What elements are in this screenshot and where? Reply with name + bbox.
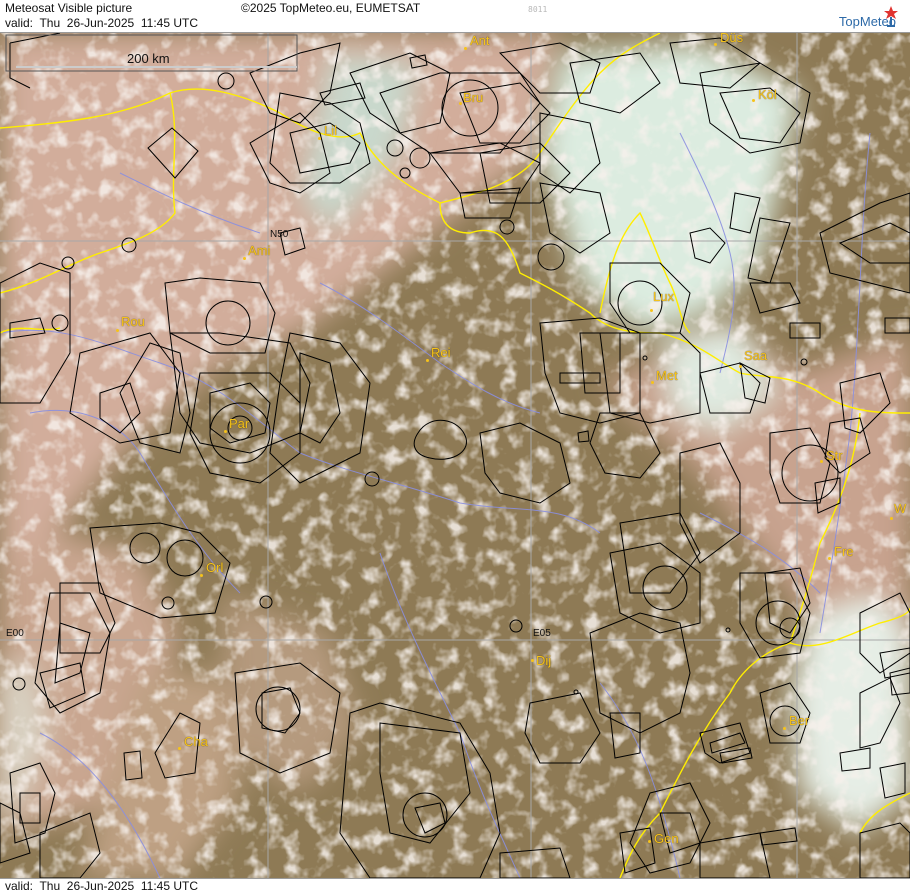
footer-bar: valid: Thu 26-Jun-2025 11:45 UTC bbox=[0, 878, 910, 894]
city-label-w[interactable]: W bbox=[894, 501, 906, 516]
city-dot-saa bbox=[739, 365, 742, 368]
city-label-ant[interactable]: Ant bbox=[470, 33, 490, 48]
grid-label-e00: E00 bbox=[6, 628, 24, 639]
city-dot-lux bbox=[650, 309, 653, 312]
city-label-dij[interactable]: Dij bbox=[536, 653, 551, 668]
topmeteo-logo-icon bbox=[884, 6, 898, 27]
city-dot-cha bbox=[178, 747, 181, 750]
city-label-kol[interactable]: Köl bbox=[758, 87, 777, 102]
city-label-lux[interactable]: Lux bbox=[653, 289, 674, 304]
city-dot-bru bbox=[459, 102, 462, 105]
map-canvas bbox=[0, 33, 910, 878]
valid-time-top: valid: Thu 26-Jun-2025 11:45 UTC bbox=[5, 16, 198, 30]
city-dot-fre bbox=[828, 557, 831, 560]
grid-label-n50: N50 bbox=[270, 229, 289, 240]
city-dot-dus bbox=[714, 43, 717, 46]
city-label-rei[interactable]: Rei bbox=[431, 345, 451, 360]
city-label-saa[interactable]: Saa bbox=[744, 348, 767, 363]
city-dot-rou bbox=[116, 329, 119, 332]
city-label-fre[interactable]: Fre bbox=[834, 544, 854, 559]
city-label-ber[interactable]: Ber bbox=[789, 713, 809, 728]
city-dot-w bbox=[890, 517, 893, 520]
city-dot-par bbox=[224, 430, 227, 433]
header-bar: Meteosat Visible picture valid: Thu 26-J… bbox=[0, 0, 910, 33]
city-dot-lil bbox=[318, 137, 321, 140]
scale-label: 200 km bbox=[127, 51, 170, 66]
city-label-ami[interactable]: Ami bbox=[248, 243, 270, 258]
city-dot-ami bbox=[243, 257, 246, 260]
copyright-text: ©2025 TopMeteo.eu, EUMETSAT bbox=[241, 1, 421, 15]
city-label-cha[interactable]: Cha bbox=[184, 734, 208, 749]
city-dot-str bbox=[820, 460, 823, 463]
city-dot-met bbox=[651, 381, 654, 384]
city-dot-ant bbox=[464, 47, 467, 50]
city-label-bru[interactable]: Bru bbox=[463, 90, 483, 105]
satellite-map[interactable]: 200 km N50 E00 E05 Ant Düs Bru Köl Lil A… bbox=[0, 33, 910, 878]
image-code: 8011 bbox=[528, 5, 548, 14]
city-dot-rei bbox=[426, 359, 429, 362]
city-label-met[interactable]: Met bbox=[656, 368, 678, 383]
city-label-par[interactable]: Par bbox=[229, 416, 249, 431]
city-label-rou[interactable]: Rou bbox=[121, 314, 145, 329]
city-label-lil[interactable]: Lil bbox=[324, 123, 337, 138]
valid-time-bottom: valid: Thu 26-Jun-2025 11:45 UTC bbox=[5, 879, 198, 893]
city-label-str[interactable]: Str bbox=[826, 448, 843, 463]
city-dot-dij bbox=[531, 659, 534, 662]
city-label-orl[interactable]: Orl bbox=[206, 560, 223, 575]
grid-label-e05: E05 bbox=[533, 628, 551, 639]
product-title: Meteosat Visible picture bbox=[5, 1, 133, 15]
city-dot-gen bbox=[648, 840, 651, 843]
city-label-gen[interactable]: Gen bbox=[654, 831, 679, 846]
city-label-dus[interactable]: Düs bbox=[720, 33, 743, 45]
city-dot-ber bbox=[783, 727, 786, 730]
city-dot-orl bbox=[200, 574, 203, 577]
city-dot-kol bbox=[752, 99, 755, 102]
